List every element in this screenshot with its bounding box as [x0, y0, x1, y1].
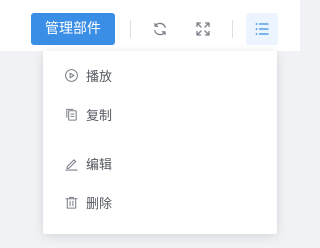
- trash-icon: [63, 194, 79, 210]
- manage-widgets-button[interactable]: 管理部件: [31, 13, 115, 45]
- toolbar-divider: [130, 20, 131, 38]
- list-menu-icon: [255, 23, 269, 35]
- fullscreen-icon: [196, 22, 210, 36]
- toolbar-divider: [232, 20, 233, 38]
- menu-item-edit[interactable]: 编辑: [43, 148, 277, 178]
- menu-item-play[interactable]: 播放: [43, 60, 277, 90]
- menu-item-label: 删除: [86, 196, 113, 212]
- menu-item-delete[interactable]: 删除: [43, 187, 277, 217]
- menu-item-label: 播放: [86, 69, 113, 85]
- menu-toggle-button[interactable]: [246, 13, 278, 45]
- menu-item-copy[interactable]: 复制: [43, 99, 277, 129]
- fullscreen-button[interactable]: [187, 13, 219, 45]
- refresh-button[interactable]: [144, 13, 176, 45]
- menu-item-label: 复制: [86, 108, 113, 124]
- edit-icon: [63, 155, 79, 171]
- toolbar: 管理部件: [0, 0, 300, 51]
- menu-item-label: 编辑: [86, 157, 113, 173]
- play-circle-icon: [63, 67, 79, 83]
- copy-icon: [63, 106, 79, 122]
- refresh-icon: [154, 22, 166, 36]
- dropdown-menu: 播放 复制 编辑 删除: [43, 51, 277, 234]
